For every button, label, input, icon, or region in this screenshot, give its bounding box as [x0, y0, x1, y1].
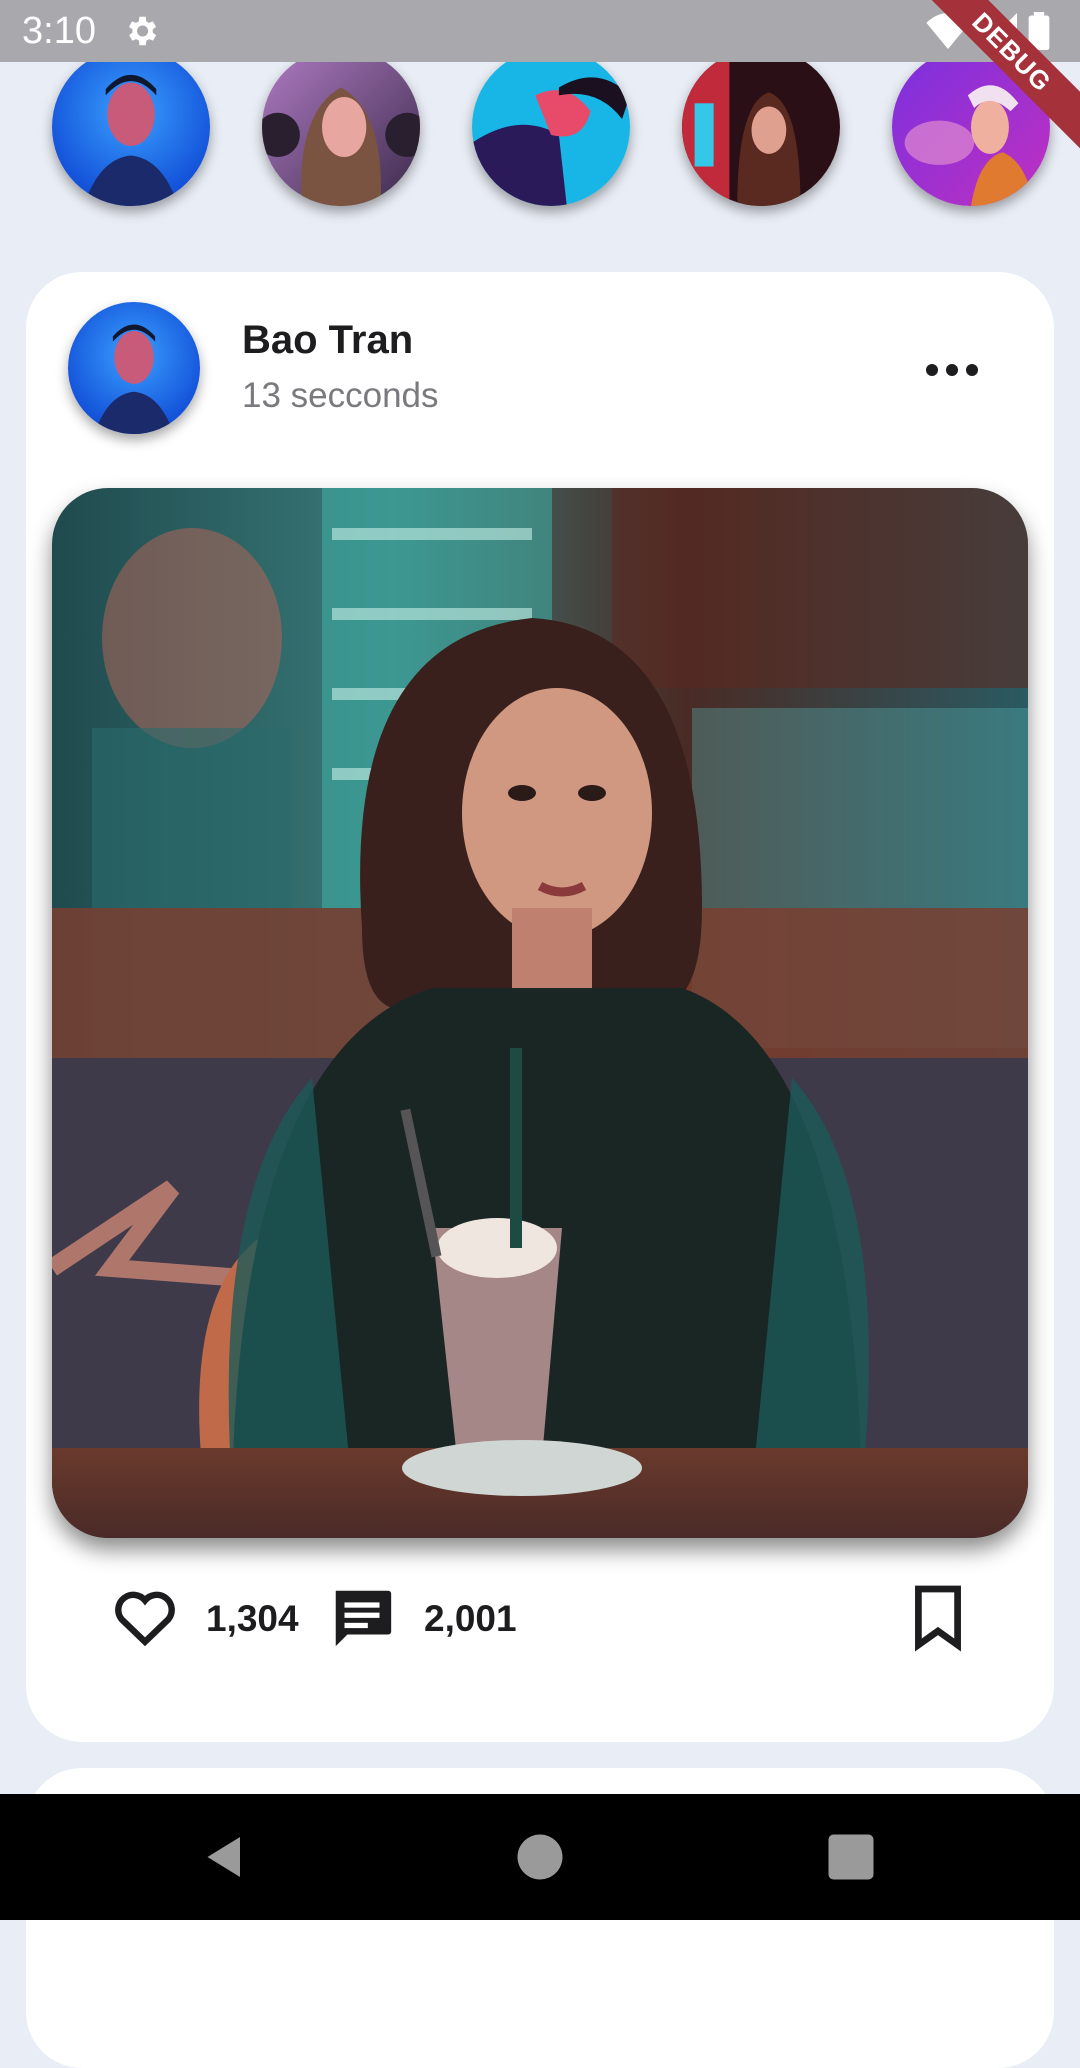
avatar-photo: [68, 302, 200, 434]
post-card: Bao Tran 13 secconds 1,304 2,001: [26, 272, 1054, 1742]
recents-icon[interactable]: [826, 1832, 876, 1882]
post-photo: [52, 488, 1028, 1538]
back-icon[interactable]: [200, 1832, 250, 1882]
post-time: 13 secconds: [242, 376, 439, 415]
story-photo: [52, 48, 210, 206]
settings-icon: [128, 16, 157, 46]
author-name[interactable]: Bao Tran: [242, 318, 413, 363]
home-icon[interactable]: [515, 1832, 565, 1882]
like-heart-icon[interactable]: [110, 1582, 180, 1652]
post-image[interactable]: [52, 488, 1028, 1538]
like-count: 1,304: [206, 1598, 299, 1639]
story-photo: [262, 48, 420, 206]
status-time: 3:10: [22, 10, 96, 52]
bookmark-icon[interactable]: [910, 1582, 966, 1652]
post-actions: 1,304 2,001: [26, 1578, 1054, 1668]
comment-icon[interactable]: [326, 1582, 398, 1652]
story-avatar-4[interactable]: [682, 48, 840, 206]
story-avatar-1[interactable]: [52, 48, 210, 206]
status-bar: 3:10: [0, 0, 1080, 62]
story-photo: [682, 48, 840, 206]
story-avatar-2[interactable]: [262, 48, 420, 206]
story-avatar-3[interactable]: [472, 48, 630, 206]
more-options-icon[interactable]: [922, 360, 982, 380]
stories-row: [0, 48, 1080, 208]
system-nav-bar: [0, 1794, 1080, 1920]
author-avatar[interactable]: [68, 302, 200, 434]
comment-count: 2,001: [424, 1598, 517, 1639]
story-photo: [472, 48, 630, 206]
